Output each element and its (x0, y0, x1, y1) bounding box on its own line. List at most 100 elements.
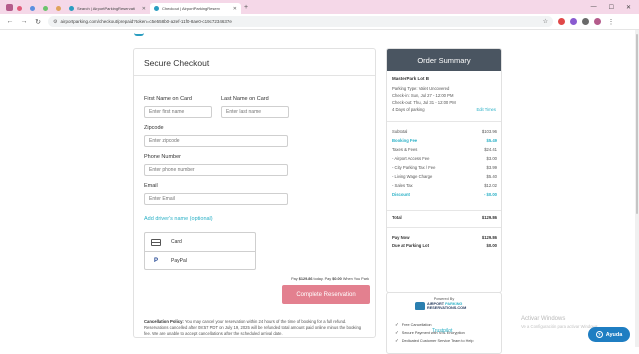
scroll-thumb[interactable] (636, 34, 638, 214)
lot-name: MasterPark Lot B (392, 76, 430, 81)
order-summary-card: Order Summary MasterPark Lot B Parking T… (386, 48, 502, 293)
divider (387, 210, 501, 211)
brand-text: RESERVATIONS.COM (427, 306, 467, 311)
first-name-label: First Name on Card (144, 96, 192, 102)
maximize-button[interactable]: ☐ (609, 4, 614, 11)
phone-input[interactable] (144, 164, 288, 176)
line-value: - $0.00 (483, 192, 497, 197)
checkout-title: Secure Checkout (144, 58, 210, 68)
order-summary-title: Order Summary (387, 49, 501, 71)
profile-icon[interactable] (6, 3, 13, 11)
payment-option-card[interactable]: Card (145, 233, 255, 251)
payment-option-paypal[interactable]: P PayPal (145, 251, 255, 269)
line-label: Booking Fee (392, 138, 418, 143)
address-bar-row: ← → ↻ ⚙ airportparking.com/checkout/prep… (0, 14, 639, 30)
check-icon: ✓ (395, 330, 399, 335)
trustpilot-widget[interactable]: Trustpilot (432, 328, 452, 334)
site-icon (43, 6, 48, 11)
help-label: Ayuda (605, 331, 623, 338)
cancellation-policy: Cancellation Policy: You may cancel your… (144, 319, 366, 337)
line-label: - City Parking Tax / Fee (392, 165, 436, 170)
total-row: Total $129.86 (392, 215, 497, 220)
due-at-lot-row: Due at Parking Lot $0.00 (392, 243, 497, 248)
phone-label: Phone Number (144, 154, 181, 160)
summary-line-item: - City Parking Tax / Fee $3.99 (392, 165, 497, 170)
summary-line-item: Booking Fee $5.49 (392, 138, 497, 143)
edit-times-link[interactable]: Edit Times (476, 107, 496, 112)
summary-line-item: Subtotal $103.96 (392, 129, 497, 134)
pinned-tab-4[interactable] (52, 3, 65, 14)
feature-item: ✓ Free Cancellation (395, 322, 432, 328)
line-value: $3.00 (486, 156, 497, 161)
divider (387, 227, 501, 228)
days-of-parking: 4 Days of parking (392, 107, 425, 112)
line-label: Subtotal (392, 129, 408, 134)
check-out: Check-out: Thu, Jul 31 - 12:00 PM (392, 100, 456, 105)
divider (134, 75, 375, 76)
zipcode-input[interactable] (144, 135, 288, 147)
due-value: $0.00 (486, 243, 497, 248)
last-name-input[interactable] (221, 106, 289, 118)
reload-icon[interactable]: ↻ (34, 18, 42, 26)
tab-title: Search | AirportParkingReservati (77, 6, 135, 11)
mail-icon (17, 6, 22, 11)
email-input[interactable] (144, 193, 288, 205)
help-icon: ? (595, 331, 603, 338)
trust-badge-card: Powered By AIRPORT PARKING RESERVATIONS.… (386, 292, 502, 354)
pinned-tab-1[interactable] (13, 3, 26, 14)
feature-item: ✓ Secure Payment with SSL Encryption (395, 330, 465, 336)
url-text: airportparking.com/checkout/prepaid?toke… (60, 19, 232, 24)
pay-note-text: Pay (291, 277, 299, 281)
profile-avatar[interactable] (594, 18, 601, 25)
brand-logo: AIRPORT PARKING RESERVATIONS.COM (415, 302, 466, 311)
line-label: - Sales Tax (392, 183, 413, 188)
pay-today-amount: $129.86 (298, 277, 313, 281)
close-tab-icon[interactable]: ✕ (142, 6, 146, 12)
line-value: $5.49 (486, 138, 497, 143)
summary-line-item: - Airport Access Fee $3.00 (392, 156, 497, 161)
first-name-input[interactable] (144, 106, 212, 118)
add-driver-link[interactable]: Add driver's name (optional) (144, 216, 213, 222)
divider (387, 121, 501, 122)
pay-later-amount: $0.00 (332, 277, 342, 281)
pinned-tab-2[interactable] (26, 3, 39, 14)
forward-icon[interactable]: → (20, 18, 28, 25)
favicon-icon (69, 6, 74, 11)
new-tab-button[interactable]: + (244, 4, 248, 11)
complete-reservation-button[interactable]: Complete Reservation (282, 285, 370, 304)
minimize-button[interactable]: — (591, 4, 597, 11)
site-info-icon[interactable]: ⚙ (53, 19, 57, 25)
check-icon: ✓ (395, 338, 399, 343)
help-button[interactable]: ? Ayuda (588, 327, 630, 342)
line-value: $12.02 (484, 183, 497, 188)
tab-search[interactable]: Search | AirportParkingReservati ✕ (65, 3, 150, 14)
menu-icon[interactable]: ⋮ (607, 18, 615, 26)
line-label: - Living Wage Charge (392, 174, 433, 179)
pay-now-value: $129.86 (481, 235, 497, 240)
summary-line-item: - Living Wage Charge $5.40 (392, 174, 497, 179)
policy-title: Cancellation Policy: (144, 319, 184, 324)
total-label: Total (392, 215, 402, 220)
bookmark-star-icon[interactable]: ☆ (543, 18, 548, 25)
extension-icon[interactable] (570, 18, 577, 25)
line-value: $3.99 (486, 165, 497, 170)
pay-now-row: Pay Now $129.86 (392, 235, 497, 240)
zipcode-label: Zipcode (144, 125, 164, 131)
page-scrollbar[interactable] (635, 30, 639, 347)
tab-checkout[interactable]: Checkout | AirportParkingReserv ✕ (150, 3, 241, 14)
paypal-icon: P (153, 257, 158, 264)
powered-by-label: Powered By (433, 297, 455, 301)
extensions-puzzle-icon[interactable] (582, 18, 589, 25)
windows-activation-title: Activar Windows (521, 316, 566, 322)
feature-text: Free Cancellation (401, 323, 432, 327)
line-value: $24.41 (484, 147, 497, 152)
extension-icon[interactable] (558, 18, 565, 25)
pinned-tab-3[interactable] (39, 3, 52, 14)
email-label: Email (144, 183, 158, 189)
summary-line-item: Taxes & Fees $24.41 (392, 147, 497, 152)
back-icon[interactable]: ← (6, 18, 14, 25)
close-tab-icon[interactable]: ✕ (233, 6, 237, 12)
feature-text: Dedicated Customer Service Team to Help (401, 339, 474, 343)
url-field[interactable]: ⚙ airportparking.com/checkout/prepaid?to… (48, 16, 553, 27)
close-window-button[interactable]: ✕ (626, 4, 631, 11)
